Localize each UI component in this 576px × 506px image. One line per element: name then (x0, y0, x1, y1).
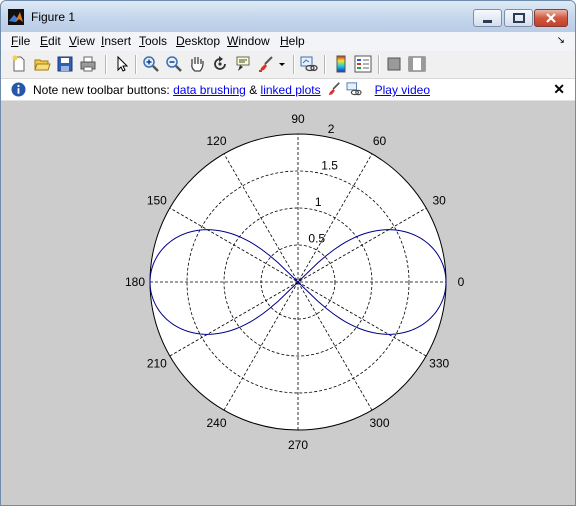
toolbar-separator (324, 55, 326, 74)
close-icon (546, 13, 556, 23)
menu-window[interactable]: Window (227, 34, 270, 48)
colorbar-icon[interactable] (332, 55, 350, 73)
zoom-out-icon[interactable] (165, 55, 183, 73)
new-figure-icon[interactable] (10, 55, 28, 73)
info-icon (11, 82, 26, 97)
angle-tick-label: 300 (369, 416, 389, 430)
angle-tick-label: 240 (206, 416, 226, 430)
radial-tick-label: 2 (328, 122, 335, 136)
angle-tick-label: 90 (291, 112, 305, 126)
toolbar-separator (135, 55, 137, 74)
linked-plots-link[interactable]: linked plots (261, 83, 321, 97)
angle-tick-label: 210 (147, 357, 167, 371)
figure-window: Figure 1 File Edit View Insert Tools Des… (0, 0, 576, 506)
angle-tick-label: 30 (432, 194, 446, 208)
close-button[interactable] (534, 9, 568, 27)
matlab-logo-icon (8, 9, 24, 25)
menu-view[interactable]: View (69, 34, 95, 48)
menu-desktop[interactable]: Desktop (176, 34, 220, 48)
info-close-button[interactable]: ✕ (553, 81, 565, 98)
angle-tick-label: 60 (373, 134, 387, 148)
menu-edit[interactable]: Edit (40, 34, 61, 48)
angle-tick-label: 180 (125, 275, 145, 289)
toolbar-separator (293, 55, 295, 74)
link-plot-icon[interactable] (300, 55, 318, 73)
angle-tick-label: 270 (288, 438, 308, 452)
menu-insert[interactable]: Insert (101, 34, 131, 48)
menu-help[interactable]: Help (280, 34, 305, 48)
maximize-button[interactable] (504, 9, 533, 27)
data-cursor-icon[interactable] (234, 55, 252, 73)
link-plot-icon (346, 82, 362, 96)
pan-hand-icon[interactable] (188, 55, 206, 73)
zoom-in-icon[interactable] (142, 55, 160, 73)
angle-tick-label: 120 (206, 134, 226, 148)
menu-bar: File Edit View Insert Tools Desktop Wind… (1, 32, 575, 51)
angle-tick-label: 0 (458, 275, 465, 289)
brush-icon (328, 82, 340, 96)
toolbar (1, 51, 575, 79)
rotate-3d-icon[interactable] (211, 55, 229, 73)
maximize-icon (513, 13, 525, 23)
print-icon[interactable] (79, 55, 97, 73)
minimize-button[interactable] (473, 9, 502, 27)
radial-tick-label: 1.5 (321, 159, 338, 173)
pointer-icon[interactable] (113, 55, 131, 73)
brush-dropdown-icon[interactable] (277, 55, 287, 73)
toolbar-separator (378, 55, 380, 74)
dock-arrow-icon[interactable]: ↘ (557, 35, 565, 46)
menu-tools[interactable]: Tools (139, 34, 167, 48)
hide-plot-tools-icon[interactable] (385, 55, 403, 73)
save-icon[interactable] (56, 55, 74, 73)
open-file-icon[interactable] (33, 55, 51, 73)
angle-tick-label: 330 (429, 357, 449, 371)
info-message: Note new toolbar buttons: data brushing … (33, 82, 430, 97)
legend-icon[interactable] (354, 55, 372, 73)
polar-plot[interactable]: 0 30 60 90 120 150 180 210 240 270 300 330 0.5 1 1.5 2 (1, 100, 575, 505)
window-title: Figure 1 (31, 10, 76, 24)
radial-tick-label: 1 (315, 195, 322, 209)
brush-icon[interactable] (257, 55, 275, 73)
info-bar: Note new toolbar buttons: data brushing … (1, 79, 575, 101)
show-plot-tools-icon[interactable] (408, 55, 426, 73)
menu-file[interactable]: File (11, 34, 30, 48)
play-video-link[interactable]: Play video (375, 83, 430, 97)
toolbar-separator (105, 55, 107, 74)
radial-tick-label: 0.5 (308, 232, 325, 246)
title-bar[interactable]: Figure 1 (1, 1, 575, 32)
minimize-icon (483, 20, 492, 23)
data-brushing-link[interactable]: data brushing (173, 83, 246, 97)
angle-tick-label: 150 (147, 194, 167, 208)
